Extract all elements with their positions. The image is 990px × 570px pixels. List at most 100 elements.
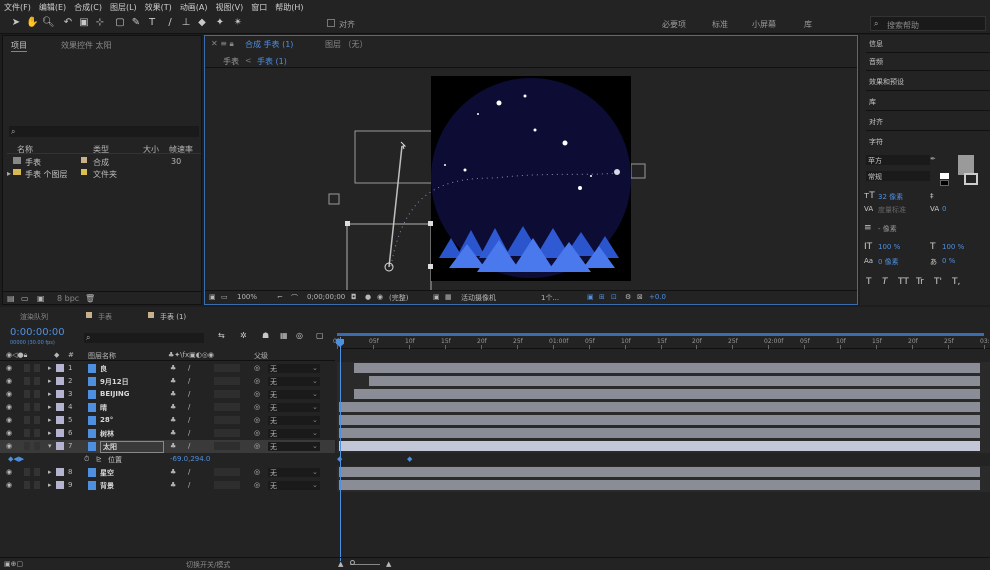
all-caps-button[interactable]: TT — [898, 277, 909, 287]
fill-color-swatch[interactable] — [958, 155, 974, 175]
col-type[interactable]: 类型 — [93, 144, 109, 155]
new-composition-icon[interactable]: ▣ — [37, 294, 45, 303]
layer-tab[interactable]: 图层 （无） — [325, 39, 368, 50]
safe-zones-icon[interactable]: ⌐ — [277, 293, 283, 301]
zoom-slider-thumb[interactable] — [350, 560, 355, 565]
layer-duration-bar[interactable] — [339, 402, 980, 412]
breadcrumb-item[interactable]: 手表 — [223, 56, 239, 67]
draft-3d-icon[interactable]: ✲ — [240, 331, 247, 340]
selection-tool-icon[interactable]: ➤ — [10, 17, 22, 29]
small-caps-button[interactable]: Tr — [916, 277, 924, 287]
panel-character[interactable]: 字符 — [866, 133, 990, 151]
current-time-indicator[interactable] — [340, 337, 341, 561]
panel-info[interactable]: 信息 — [866, 35, 990, 53]
parent-header[interactable]: 父级 — [254, 351, 268, 361]
subscript-button[interactable]: T, — [952, 277, 960, 287]
color-channel-icon[interactable]: ● — [365, 293, 371, 301]
layer-duration-bar[interactable] — [369, 376, 980, 386]
composition-flowchart-icon[interactable]: ⚙ — [625, 293, 631, 301]
fast-previews-icon[interactable]: ⊡ — [611, 293, 617, 301]
menu-item[interactable]: 视图(V) — [212, 2, 248, 13]
flowchart-icon[interactable]: ⊞ — [599, 293, 605, 301]
shy-icon[interactable]: ☗ — [262, 331, 269, 340]
zoom-select[interactable]: 100% — [237, 293, 257, 301]
layer-duration-bar[interactable] — [339, 428, 980, 438]
faux-bold-button[interactable]: T — [866, 277, 872, 287]
menu-icon[interactable]: ✕ ≡ 🔒︎ — [211, 39, 234, 49]
motion-blur-icon[interactable]: ◎ — [296, 331, 303, 340]
rectangle-tool-icon[interactable]: ▢ — [114, 17, 126, 29]
camera-select[interactable]: 活动摄像机 — [461, 293, 496, 303]
font-size-value[interactable]: 32 像素 — [878, 192, 903, 202]
view-options-icon[interactable]: ▣ — [587, 293, 594, 301]
delete-icon[interactable]: 🗑︎ — [85, 294, 95, 303]
frame-blending-icon[interactable]: ▦ — [280, 331, 288, 340]
menu-item[interactable]: 编辑(E) — [35, 2, 70, 13]
grid-icon[interactable]: ⌒ — [291, 293, 298, 303]
always-preview-icon[interactable]: ▣ — [209, 293, 216, 301]
transparency-grid-icon[interactable]: ▦ — [445, 293, 452, 301]
list-item[interactable]: 手表 合成 30 — [7, 156, 201, 167]
zoom-out-icon[interactable]: ▲ — [338, 560, 343, 568]
effects-controls-tab[interactable]: 效果控件 太阳 — [61, 40, 112, 51]
workspace-standard[interactable]: 标准 — [712, 19, 728, 30]
zoom-tool-icon[interactable]: 🔍︎ — [42, 17, 55, 29]
work-area-bar[interactable] — [337, 333, 984, 336]
hand-tool-icon[interactable]: ✋ — [26, 17, 38, 29]
col-name[interactable]: 名称 — [17, 144, 33, 155]
composition-viewer[interactable] — [205, 68, 857, 299]
tracking-value[interactable]: 0 — [942, 205, 946, 213]
layer-duration-bar[interactable] — [339, 415, 980, 425]
monitor-icon[interactable]: ▭ — [221, 293, 228, 301]
font-family-select[interactable]: 苹方 — [866, 155, 930, 165]
exposure-value[interactable]: +0.0 — [649, 293, 666, 301]
workspace-essentials[interactable]: 必要项 — [662, 19, 686, 30]
region-icon[interactable]: ▣ — [433, 293, 440, 301]
panel-library[interactable]: 库 — [866, 93, 990, 111]
tab-comp-2[interactable]: 手表 (1) — [160, 312, 186, 322]
eraser-tool-icon[interactable]: ◆ — [196, 17, 208, 29]
search-help-field[interactable]: ⌕ 搜索帮助 — [870, 16, 986, 31]
workspace-library[interactable]: 库 — [804, 19, 812, 30]
zoom-slider[interactable] — [350, 564, 380, 565]
graph-editor-icon[interactable]: ▢ — [316, 331, 324, 340]
faux-italic-button[interactable]: T — [882, 277, 888, 287]
tab-render-queue[interactable]: 渲染队列 — [20, 312, 48, 322]
new-folder-icon[interactable]: ▭ — [21, 294, 29, 303]
col-size[interactable]: 大小 — [143, 144, 159, 155]
stroke-color-swatch[interactable] — [964, 173, 978, 185]
snapshot-icon[interactable]: ◘ — [351, 293, 357, 301]
zoom-in-icon[interactable]: ▲ — [386, 560, 391, 568]
pan-behind-tool-icon[interactable]: ⊹ — [94, 17, 106, 29]
layer-name-header[interactable]: 图层名称 — [88, 351, 116, 361]
puppet-tool-icon[interactable]: ✴ — [232, 17, 244, 29]
panel-audio[interactable]: 音频 — [866, 53, 990, 71]
snap-checkbox[interactable] — [327, 19, 335, 27]
resolution-select[interactable]: (完整) — [389, 293, 408, 303]
eyedropper-icon[interactable]: ✒ — [930, 155, 936, 163]
expand-arrow-icon[interactable]: ▸ — [7, 169, 11, 178]
clone-tool-icon[interactable]: ⊥ — [180, 17, 192, 29]
project-tab[interactable]: 项目 — [11, 40, 27, 52]
keyframe-icon[interactable]: ◆ — [407, 455, 412, 463]
menu-item[interactable]: 图层(L) — [106, 2, 141, 13]
timeline-search-input[interactable]: ⌕ — [84, 333, 204, 343]
project-search-input[interactable]: ⌕ — [9, 126, 199, 137]
layer-duration-bar[interactable] — [339, 467, 980, 477]
layer-duration-bar[interactable] — [354, 389, 980, 399]
reset-exposure-icon[interactable]: ⊠ — [637, 293, 643, 301]
bpc-label[interactable]: 8 bpc — [57, 294, 79, 303]
menu-item[interactable]: 效果(T) — [141, 2, 176, 13]
kerning-value[interactable]: 度量标准 — [878, 205, 906, 215]
layer-duration-bar[interactable] — [354, 363, 980, 373]
timecode-display[interactable]: 0;00;00;00 — [307, 293, 345, 301]
baseline-shift-value[interactable]: 0 像素 — [878, 257, 899, 267]
menu-item[interactable]: 动画(A) — [176, 2, 212, 13]
tsume-value[interactable]: 0 % — [942, 257, 955, 265]
layer-duration-bar[interactable] — [339, 480, 980, 490]
tab-comp-1[interactable]: 手表 — [98, 312, 112, 322]
view-layout-select[interactable]: 1个... — [541, 293, 559, 303]
superscript-button[interactable]: T' — [934, 277, 942, 287]
composition-tab[interactable]: 合成 手表 (1) — [245, 39, 293, 50]
panel-effects-presets[interactable]: 效果和预设 — [866, 73, 990, 91]
